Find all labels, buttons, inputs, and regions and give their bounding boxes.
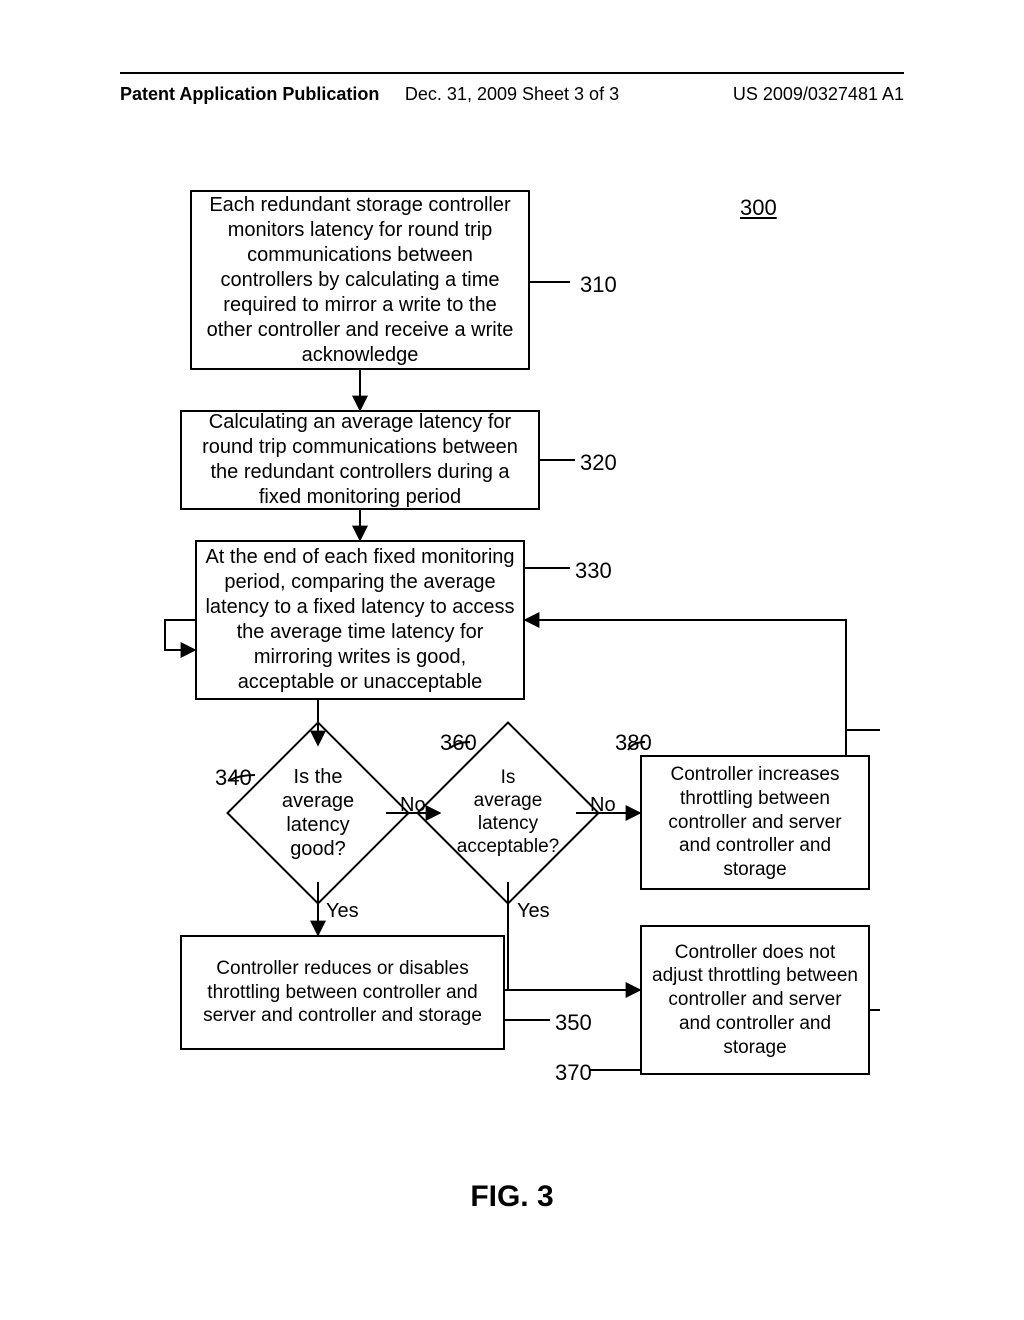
decision-340: Is the average latency good? [253, 748, 383, 878]
label-340-no: No [400, 794, 426, 817]
label-360-no: No [590, 794, 616, 817]
step-310: Each redundant storage controller monito… [190, 190, 530, 370]
label-360-yes: Yes [517, 900, 550, 923]
ref-350: 350 [555, 1010, 592, 1036]
ref-360: 360 [440, 730, 477, 756]
ref-300: 300 [740, 195, 777, 221]
ref-340: 340 [215, 765, 252, 791]
label-340-yes: Yes [326, 900, 359, 923]
ref-370: 370 [555, 1060, 592, 1086]
step-380: Controller increases throttling between … [640, 755, 870, 890]
ref-320: 320 [580, 450, 617, 476]
step-320: Calculating an average latency for round… [180, 410, 540, 510]
decision-360: Is average latency acceptable? [443, 748, 573, 878]
page-header: Patent Application Publication Dec. 31, … [120, 84, 904, 105]
header-center: Dec. 31, 2009 Sheet 3 of 3 [120, 84, 904, 105]
ref-380: 380 [615, 730, 652, 756]
header-rule [120, 72, 904, 74]
step-350: Controller reduces or disables throttlin… [180, 935, 505, 1050]
step-370: Controller does not adjust throttling be… [640, 925, 870, 1075]
step-330: At the end of each fixed monitoring peri… [195, 540, 525, 700]
ref-310: 310 [580, 272, 617, 298]
figure-caption: FIG. 3 [0, 1180, 1024, 1214]
ref-330: 330 [575, 558, 612, 584]
flowchart: Each redundant storage controller monito… [160, 190, 880, 1140]
